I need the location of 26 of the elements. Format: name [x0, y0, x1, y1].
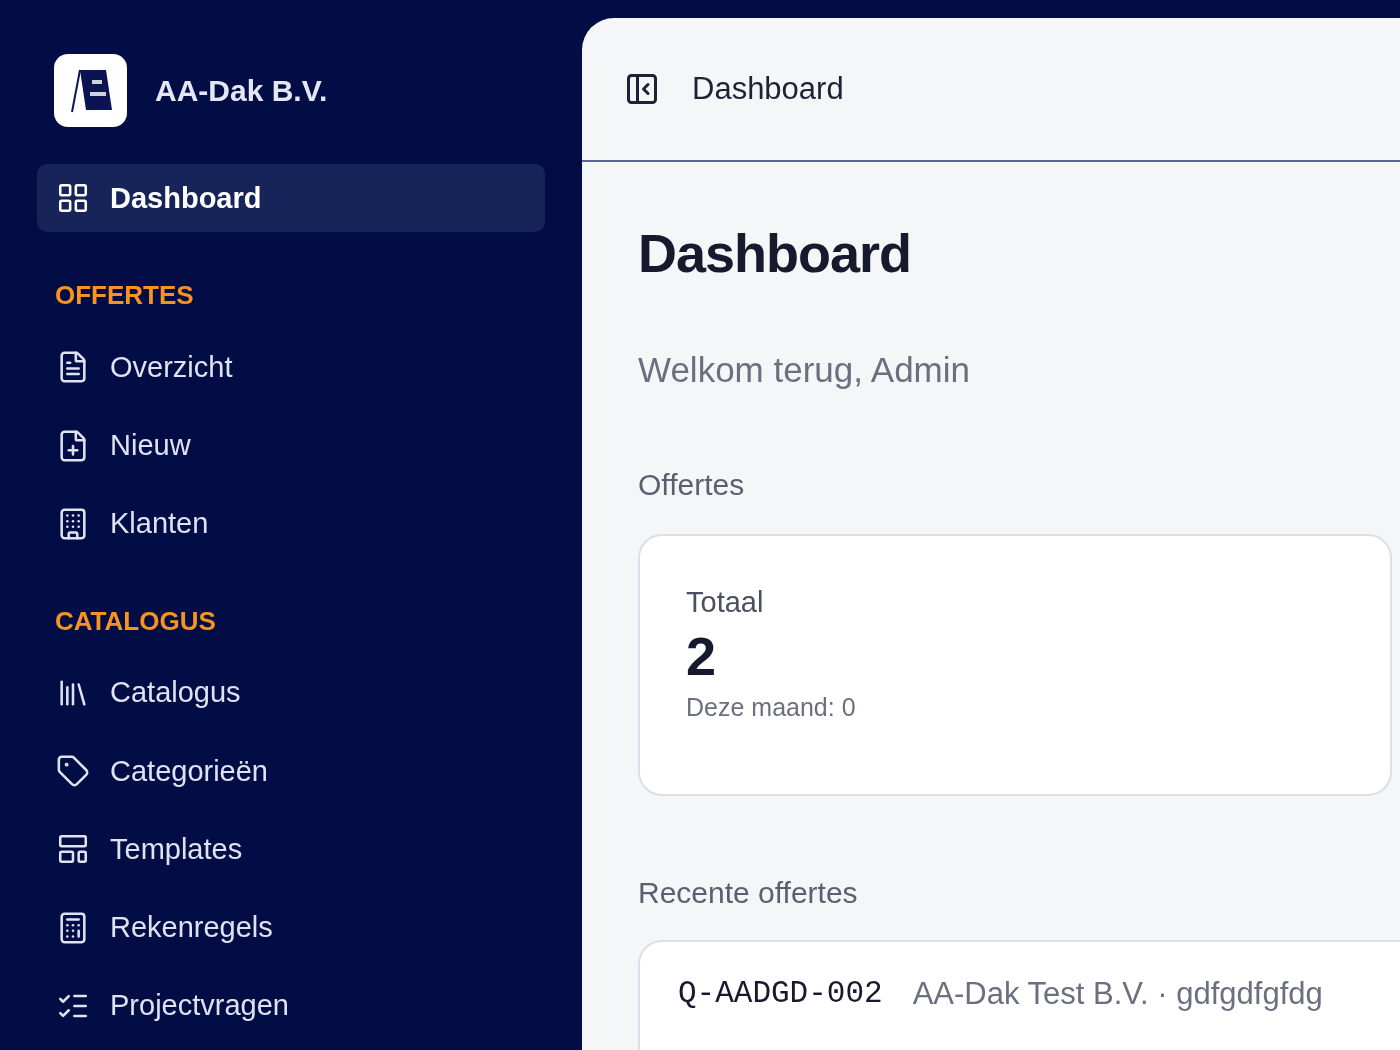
welcome-text: Welkom terug, Admin [638, 350, 971, 390]
stat-label: Totaal [686, 586, 765, 619]
sidebar-item[interactable]: Catalogus [37, 658, 545, 728]
sidebar-item[interactable]: Rekenregels [37, 893, 545, 962]
stat-value: 2 [686, 625, 718, 687]
section-title: CATALOGUS [54, 604, 217, 638]
stat-note: Deze maand: 0 [686, 693, 857, 722]
quote-detail: AA-Dak Test B.V. · gdfgdfgfdg [912, 976, 1323, 1012]
brand-name: AA-Dak B.V. [155, 73, 328, 108]
sidebar-item[interactable]: Projectvragen [37, 971, 545, 1040]
sidebar-item[interactable]: Overzicht [37, 333, 545, 402]
sidebar-item[interactable]: Categorieën [37, 737, 545, 806]
sidebar-item[interactable]: Dashboard [37, 164, 545, 233]
page-title: Dashboard [638, 222, 913, 284]
logo-icon [54, 54, 127, 127]
section-title: OFFERTES [54, 279, 195, 313]
section-heading: Offertes [638, 468, 746, 502]
breadcrumb: Dashboard [692, 71, 844, 107]
quote-card[interactable]: Q-AADGD-002 AA-Dak Test B.V. · gdfgdfgfdg [638, 940, 1400, 1050]
sidebar-toggle-button[interactable] [624, 71, 660, 107]
sidebar-item[interactable]: Nieuw [37, 411, 545, 480]
sidebar-item[interactable]: Templates [37, 815, 545, 884]
quote-number: Q-AADGD-002 [678, 976, 883, 1011]
section-heading: Recente offertes [638, 876, 859, 910]
tag-icon [56, 754, 90, 789]
sidebar-item[interactable]: Klanten [37, 489, 545, 558]
